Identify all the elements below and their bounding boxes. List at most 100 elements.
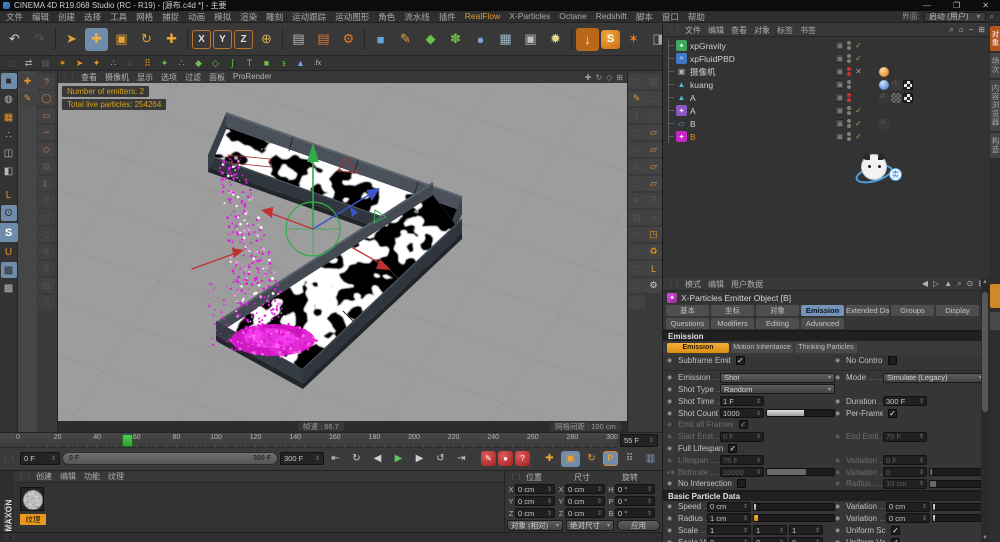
prev-frame-icon[interactable]: ◀	[368, 451, 387, 467]
menu-item-编辑[interactable]: 编辑	[32, 11, 49, 23]
scale-tool-icon[interactable]: ▣	[110, 28, 133, 51]
dropdown-Mode[interactable]: Simulate (Legacy)▾	[883, 372, 986, 383]
menu-item-ProRender[interactable]: ProRender	[233, 72, 272, 83]
checker-tag-icon[interactable]	[903, 79, 913, 90]
menu-item-Display[interactable]: Display	[936, 305, 979, 316]
animation-dot[interactable]: ◉	[835, 469, 846, 476]
record-position-icon[interactable]: ✎	[481, 450, 496, 466]
back-icon[interactable]: ◀	[922, 279, 928, 289]
menu-item-Modifiers[interactable]: Modifiers	[711, 318, 754, 329]
lock-workplane-icon[interactable]: ▩	[0, 262, 17, 278]
xp-emitter-tool-icon[interactable]: ✶	[55, 57, 70, 70]
l1-tool-icon[interactable]: L	[645, 261, 662, 276]
object-row[interactable]: ▱ B ✓	[663, 117, 989, 130]
dots-tag-icon[interactable]	[879, 92, 889, 103]
value-field[interactable]: 0 cm ⇕	[565, 508, 605, 518]
value-field[interactable]: 1 ⇕	[789, 525, 823, 536]
cube-gear-icon[interactable]: ⚙	[645, 278, 662, 293]
keyframe-rotation-icon[interactable]: ↻	[582, 451, 601, 467]
animation-dot[interactable]: ◉	[835, 527, 846, 534]
menu-item-角色[interactable]: 角色	[378, 11, 395, 23]
menu-item-Emission[interactable]: Emission	[801, 305, 844, 316]
visibility-dots[interactable]	[847, 41, 851, 50]
light-icon[interactable]: ✹	[544, 28, 567, 51]
plane-orange1-icon[interactable]: ▱	[645, 125, 662, 140]
poly-select-icon[interactable]: ◇	[38, 142, 55, 157]
ball-tag-icon[interactable]	[879, 79, 889, 90]
checkbox-No Control System[interactable]	[888, 356, 897, 366]
menu-item-查看[interactable]: 查看	[731, 25, 747, 36]
value-field[interactable]: 0⇕	[753, 537, 787, 542]
menu-item-网格[interactable]: 网格	[136, 11, 153, 23]
lasso-select-icon[interactable]: ∽	[38, 125, 55, 140]
keyframe-param-icon[interactable]: P	[603, 450, 618, 466]
checkbox-Subframe Emit[interactable]: ✓	[735, 356, 745, 366]
slider-Radius[interactable]	[929, 479, 986, 488]
value-field[interactable]: 0 ° ⇕	[615, 496, 655, 506]
pen-tool-icon[interactable]: ✎	[628, 91, 645, 106]
animation-dot[interactable]: ◉	[835, 410, 846, 417]
camera-icon[interactable]: ▣	[519, 28, 542, 51]
dots-tag-icon[interactable]	[879, 118, 889, 129]
range-end-field[interactable]: 300 F ⇕	[280, 452, 324, 465]
object-name[interactable]: A	[690, 106, 696, 116]
menu-item-选项[interactable]: 选项	[161, 72, 177, 83]
render-picture-viewer-icon[interactable]: ▤	[312, 28, 335, 51]
loop-icon[interactable]: ↻	[347, 451, 366, 467]
visibility-dots[interactable]	[847, 119, 851, 128]
slider-Variation[interactable]	[929, 468, 986, 477]
menu-item-场次[interactable]: 场次	[990, 53, 1000, 78]
menu-item-显示[interactable]: 显示	[137, 72, 153, 83]
xp-brush-icon[interactable]: ✦	[89, 57, 104, 70]
menu-item-文件[interactable]: 文件	[6, 11, 23, 23]
animation-dot[interactable]: ◉	[835, 398, 846, 405]
cone-tool-icon[interactable]: ▲	[293, 57, 308, 70]
animation-dot[interactable]: ◉	[835, 374, 846, 381]
menu-item-用户数据[interactable]: 用户数据	[731, 279, 763, 290]
visibility-dots[interactable]	[847, 132, 851, 141]
viewport-solo-icon[interactable]: ʘ	[0, 205, 17, 221]
layer-square-icon[interactable]	[835, 80, 844, 89]
dropdown-Shot Type[interactable]: Random ▾	[720, 384, 835, 395]
menu-item-Groups[interactable]: Groups	[891, 305, 934, 316]
quantize-icon[interactable]: ▩	[1, 280, 17, 296]
animation-dot[interactable]: ◉	[835, 503, 846, 510]
enable-check[interactable]: ✓	[854, 106, 863, 115]
menu-item-摄像机[interactable]: 摄像机	[105, 72, 129, 83]
menu-item-Octane[interactable]: Octane	[559, 11, 586, 23]
autokey-icon[interactable]: ?	[515, 450, 530, 466]
checker-tag-icon[interactable]	[903, 92, 913, 103]
visibility-dots[interactable]	[847, 67, 851, 76]
dropdown-Emission[interactable]: Shot ▾	[720, 372, 835, 383]
recycle-icon[interactable]: ♻	[645, 244, 662, 259]
environment-icon[interactable]: ▦	[494, 28, 517, 51]
menu-item-纹理[interactable]: 纹理	[108, 471, 124, 482]
menu-item-动画[interactable]: 动画	[188, 11, 205, 23]
value-field[interactable]: 0 ° ⇕	[615, 508, 655, 518]
dots-grid-icon[interactable]: ⠿	[140, 57, 155, 70]
dots-circle-icon[interactable]: ◌	[123, 57, 138, 70]
menu-item-面板[interactable]: 面板	[209, 72, 225, 83]
magnet-tool-icon[interactable]: U	[1, 244, 17, 260]
object-name[interactable]: xpFluidPBD	[690, 54, 735, 64]
slider-Shot Count[interactable]	[766, 409, 835, 418]
animation-dot[interactable]: ◉	[667, 374, 678, 381]
menu-item-对象[interactable]: 对象	[754, 25, 770, 36]
animation-dot[interactable]: ◉	[835, 433, 846, 440]
animation-dot[interactable]: ◉	[667, 386, 678, 393]
pan-view-icon[interactable]: ✚	[585, 73, 592, 82]
value-field[interactable]: 1 F ⇕	[720, 396, 764, 407]
animation-dot[interactable]: ◉	[667, 457, 678, 464]
xp-sphere-icon[interactable]: ◇	[208, 57, 223, 70]
object-name[interactable]: A	[690, 93, 696, 103]
grip-icon[interactable]: ⋮⋮	[667, 280, 681, 288]
layer-square-icon[interactable]	[835, 67, 844, 76]
material-preview[interactable]	[20, 487, 44, 511]
slider-Speed[interactable]	[753, 502, 835, 511]
animation-dot[interactable]: ◉	[667, 527, 678, 534]
menu-item-工具[interactable]: 工具	[110, 11, 127, 23]
keyframe-position-icon[interactable]: ✚	[540, 451, 559, 467]
object-row[interactable]: ▲ kuang	[663, 78, 989, 91]
menu-item-Emission[interactable]: Emission	[667, 343, 729, 353]
toggle-views-icon[interactable]: ⊞	[616, 73, 623, 82]
